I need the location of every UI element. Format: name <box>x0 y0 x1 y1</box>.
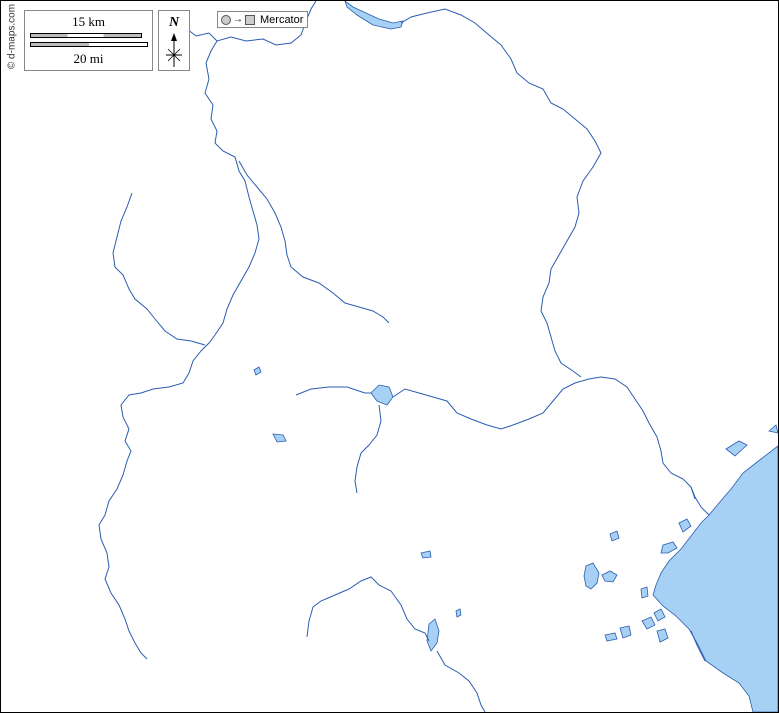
right-arrow-icon: → <box>233 13 243 25</box>
circle-icon <box>221 14 231 25</box>
square-icon <box>245 14 255 25</box>
scale-mi-label: 20 mi <box>73 51 104 66</box>
lake <box>426 618 440 652</box>
scale-km-label: 15 km <box>72 14 105 29</box>
lake <box>583 562 600 590</box>
lake <box>640 586 649 599</box>
scale-bar: 15 km 20 mi <box>24 10 153 71</box>
lake <box>619 625 632 639</box>
scale-mi-bar <box>30 42 148 47</box>
lake <box>653 608 666 622</box>
scale-km-bar <box>30 33 142 38</box>
compass-star-icon <box>166 33 182 67</box>
projection-label: → Mercator <box>217 11 309 28</box>
lake <box>725 440 748 457</box>
lake <box>604 632 618 642</box>
lake <box>768 424 778 434</box>
north-arrow: N <box>158 10 190 71</box>
lake <box>641 616 656 630</box>
projection-text: Mercator <box>260 13 304 26</box>
lake <box>272 433 287 443</box>
lake <box>253 366 262 376</box>
lake <box>609 530 620 542</box>
lake <box>370 384 394 406</box>
sea <box>652 445 778 712</box>
lake <box>678 518 692 533</box>
credit-text: © d-maps.com <box>6 3 18 70</box>
lake <box>656 628 669 643</box>
lake <box>344 1 404 30</box>
map-canvas <box>98 1 778 712</box>
lake <box>660 541 678 554</box>
lake <box>455 608 462 618</box>
lake <box>420 550 432 559</box>
lake <box>601 570 618 583</box>
map-frame[interactable]: © d-maps.com 15 km 20 mi N → Mercator <box>0 0 779 713</box>
river-network <box>98 1 710 712</box>
